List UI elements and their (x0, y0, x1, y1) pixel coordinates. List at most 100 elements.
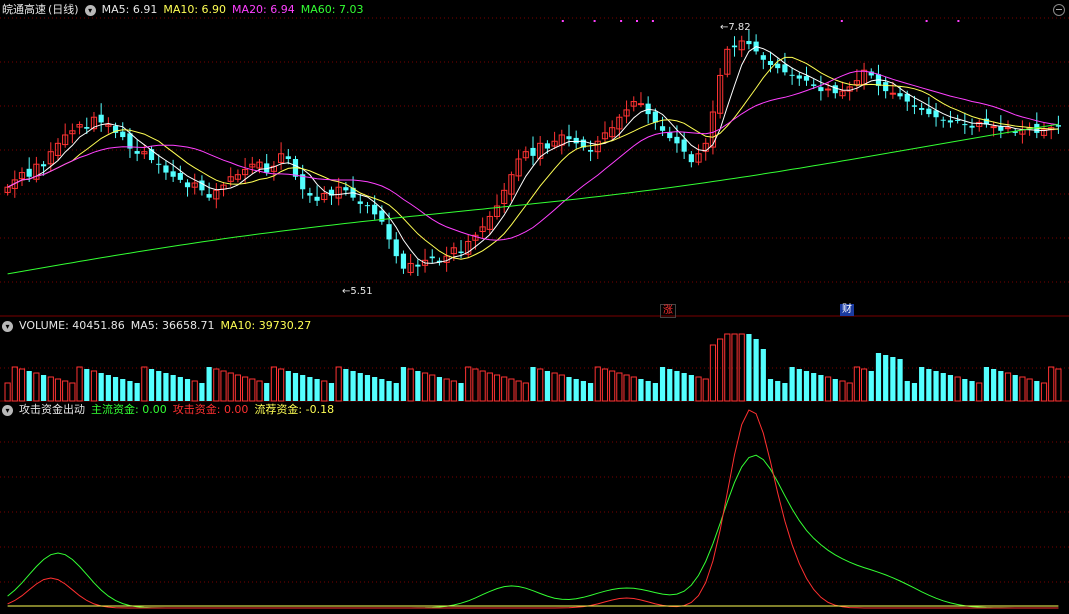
volume-ma5-label: MA5: (130, 319, 159, 332)
attack-fund-value: 0.00 (223, 403, 249, 416)
candle-body (832, 85, 838, 94)
volume-bar (206, 367, 212, 401)
candle-body (170, 171, 176, 177)
volume-bar (472, 368, 479, 402)
candle-body (775, 63, 781, 69)
volume-bar (407, 368, 414, 402)
volume-bar (926, 369, 932, 401)
low-price-marker: ←5.51 (342, 286, 373, 297)
volume-ma10-value: 39730.27 (258, 319, 312, 332)
volume-bar (998, 371, 1004, 401)
volume-bar (501, 376, 508, 402)
price-panel-header: 皖通高速 (日线) ▾ MA5: 6.91 MA10: 6.90 MA20: 6… (0, 2, 363, 18)
volume-bar (270, 366, 277, 402)
volume-bar (760, 349, 766, 401)
volume-bar (429, 374, 436, 402)
candle-body (573, 137, 579, 144)
volume-bar (479, 370, 486, 402)
volume-bar (379, 379, 385, 401)
candle-body (156, 163, 162, 165)
volume-bar (242, 376, 249, 402)
candle-body (372, 204, 378, 215)
volume-bar (890, 357, 896, 401)
candle-body (314, 196, 320, 201)
flow-fund-label: 流荐资金: (254, 403, 303, 416)
ma20-value: 6.94 (270, 3, 295, 16)
candle-body (386, 224, 392, 240)
ma60-label: MA60: (300, 3, 336, 16)
ma10-label: MA10: (163, 3, 199, 16)
volume-bar (645, 381, 651, 401)
volume-bar (702, 378, 709, 402)
candle-body (177, 172, 183, 180)
zhang-marker[interactable]: 涨 (660, 304, 676, 318)
chevron-down-icon[interactable]: ▾ (2, 320, 13, 332)
volume-bar (328, 383, 335, 401)
volume-bar (616, 372, 623, 402)
volume-bar (580, 381, 586, 401)
volume-bar (782, 383, 788, 401)
volume-bar (1034, 381, 1040, 401)
main-fund-line (7, 454, 1059, 609)
flow-fund-value: -0.18 (305, 403, 335, 416)
candle-body (897, 93, 903, 97)
volume-bar (897, 359, 903, 401)
candle-body (911, 105, 918, 107)
volume-bar (156, 371, 162, 401)
volume-bar (98, 373, 104, 401)
volume-bar (69, 382, 76, 402)
volume-bar (962, 379, 968, 401)
high-price-marker: ←7.82 (720, 22, 751, 33)
signal-dot (636, 20, 638, 22)
stock-chart[interactable] (0, 0, 1069, 614)
volume-bar (860, 368, 868, 402)
candle-body (98, 114, 104, 123)
candle-body (544, 143, 550, 149)
collapse-icon[interactable] (1053, 4, 1065, 16)
volume-bar (54, 378, 62, 402)
volume-bar (601, 368, 609, 402)
volume-bar (40, 375, 47, 401)
candle-body (343, 187, 349, 191)
candle-body (400, 253, 407, 269)
volume-bar (558, 374, 565, 402)
candle-body (566, 136, 572, 140)
volume-bar (508, 378, 515, 402)
candle-body (1055, 125, 1061, 127)
candle-body (789, 74, 795, 76)
cai-marker[interactable]: 财 (840, 304, 854, 316)
candle-body (429, 256, 435, 259)
volume-bar (659, 367, 666, 401)
volume-bar (1026, 378, 1033, 402)
candle-body (659, 126, 666, 131)
volume-bar (120, 379, 126, 401)
volume-bar (256, 380, 263, 402)
volume-bar (846, 382, 853, 402)
volume-bar (90, 370, 98, 402)
candle-body (947, 120, 954, 123)
volume-bar (76, 366, 83, 402)
candle-body (746, 40, 752, 45)
volume-bar (991, 369, 997, 401)
volume-bar (933, 371, 939, 401)
volume-bar (486, 372, 493, 402)
chevron-down-icon[interactable]: ▾ (84, 4, 96, 16)
chevron-down-icon[interactable]: ▾ (2, 404, 13, 416)
volume-bar (883, 355, 889, 401)
volume-bar (249, 378, 256, 402)
volume-bar (307, 377, 313, 401)
candle-body (134, 151, 140, 154)
candle-body (955, 119, 961, 121)
volume-bar (11, 366, 18, 402)
candle-body (940, 119, 946, 121)
candle-body (587, 150, 594, 152)
candle-body (667, 132, 673, 139)
volume-bar (709, 344, 717, 402)
volume-bar (277, 368, 285, 402)
volume-bar (695, 376, 702, 402)
candle-body (782, 64, 788, 73)
volume-bar (234, 374, 242, 402)
volume-bar (386, 381, 392, 401)
volume-bar (796, 369, 802, 401)
volume-bar (18, 368, 26, 402)
